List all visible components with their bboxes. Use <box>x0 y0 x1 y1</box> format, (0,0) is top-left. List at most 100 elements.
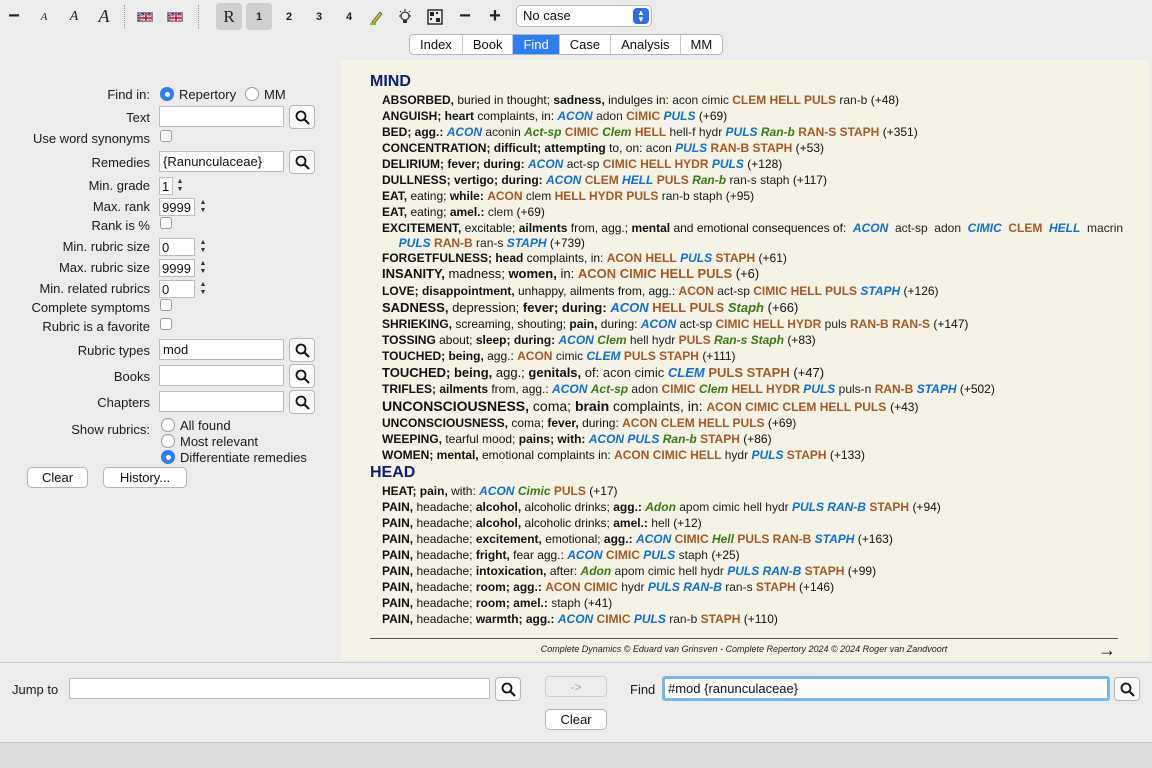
rank-percent-checkbox[interactable] <box>160 217 172 229</box>
rubric-line[interactable]: PAIN, headache; intoxication, after: Ado… <box>382 564 1127 579</box>
rubric-line[interactable]: DULLNESS; vertigo; during: ACON CLEM HEL… <box>382 173 1127 188</box>
text-input[interactable] <box>159 106 284 127</box>
rubric-line[interactable]: TRIFLES; ailments from, agg.: ACON Act-s… <box>382 382 1127 397</box>
chapter-heading-head[interactable]: HEAD <box>370 464 415 482</box>
rubric-line[interactable]: PAIN, headache; alcohol, alcoholic drink… <box>382 500 1127 515</box>
rubric-line[interactable]: ABSORBED, buried in thought; sadness, in… <box>382 93 1127 108</box>
search-icon <box>501 682 516 697</box>
min-rubric-size-input[interactable]: 0 <box>159 238 195 256</box>
rubric-line[interactable]: SHRIEKING, screaming, shouting; pain, du… <box>382 317 1127 332</box>
tab-index[interactable]: Index <box>410 35 463 54</box>
font-medium-icon[interactable]: A <box>62 3 86 30</box>
view-4-button[interactable]: 4 <box>336 3 362 30</box>
max-rubric-size-stepper[interactable]: ▲ ▼ <box>198 259 208 277</box>
tab-analysis[interactable]: Analysis <box>611 35 681 54</box>
rubric-line[interactable]: HEAT; pain, with: ACON Cimic PULS (+17) <box>382 484 1127 499</box>
remedies-input[interactable]: {Ranunculaceae} <box>159 151 284 172</box>
grid-icon[interactable] <box>424 3 446 30</box>
synonyms-checkbox[interactable] <box>160 130 172 142</box>
rubric-types-search-button[interactable] <box>289 338 315 362</box>
flag-uk-icon[interactable] <box>134 3 156 30</box>
find-options-panel: Find in: Repertory MM Text Use word syno… <box>0 60 340 660</box>
rubric-favorite-checkbox[interactable] <box>160 318 172 330</box>
rubric-line[interactable]: PAIN, headache; alcohol, alcoholic drink… <box>382 516 1127 531</box>
rubric-line[interactable]: INSANITY, madness; women, in: ACON CIMIC… <box>382 266 1127 282</box>
remedies-search-button[interactable] <box>289 150 315 174</box>
rubric-line[interactable]: WEEPING, tearful mood; pains; with: ACON… <box>382 432 1127 447</box>
chapter-heading-mind[interactable]: MIND <box>370 73 411 91</box>
max-rubric-size-input[interactable]: 9999 <box>159 259 195 277</box>
jump-arrow-button[interactable]: -> <box>545 676 607 697</box>
remedies-label: Remedies <box>91 155 150 170</box>
case-select[interactable]: No case ▲ ▼ <box>516 5 652 27</box>
find-input[interactable]: #mod {ranunculaceae} <box>662 676 1110 701</box>
lightbulb-icon[interactable] <box>394 3 416 30</box>
rubric-line[interactable]: PAIN, headache; warmth; agg.: ACON CIMIC… <box>382 612 1127 627</box>
rubric-line[interactable]: EAT, eating; while: ACON clem HELL HYDR … <box>382 189 1127 204</box>
rubric-line[interactable]: CONCENTRATION; difficult; attempting to,… <box>382 141 1127 156</box>
bottom-clear-button[interactable]: Clear <box>545 709 607 730</box>
rubric-line[interactable]: EXCITEMENT, excitable; ailments from, ag… <box>382 221 1127 251</box>
show-differentiate-radio[interactable] <box>161 450 175 464</box>
tab-book[interactable]: Book <box>463 35 514 54</box>
tab-case[interactable]: Case <box>560 35 612 54</box>
rubric-line[interactable]: WOMEN; mental, emotional complaints in: … <box>382 448 1127 463</box>
show-all-found-radio[interactable] <box>161 418 175 432</box>
rubric-line[interactable]: DELIRIUM; fever; during: ACON act-sp CIM… <box>382 157 1127 172</box>
zoom-out-icon[interactable]: − <box>454 3 476 30</box>
rubric-line[interactable]: EAT, eating; amel.: clem (+69) <box>382 205 1127 220</box>
show-most-relevant-radio[interactable] <box>161 434 175 448</box>
tab-find[interactable]: Find <box>513 35 560 54</box>
rubric-line[interactable]: TOUCHED; being, agg.; genitals, of: acon… <box>382 365 1127 381</box>
rubric-line[interactable]: BED; agg.: ACON aconin Act-sp CIMIC Clem… <box>382 125 1127 140</box>
rubric-line[interactable]: TOUCHED; being, agg.: ACON cimic CLEM PU… <box>382 349 1127 364</box>
tab-mm[interactable]: MM <box>681 35 723 54</box>
view-1-button[interactable]: 1 <box>246 3 272 30</box>
min-related-rubrics-stepper[interactable]: ▲ ▼ <box>198 280 208 298</box>
jump-search-button[interactable] <box>495 677 521 701</box>
find-in-mm-radio[interactable] <box>245 87 259 101</box>
min-grade-stepper[interactable]: ▲ ▼ <box>175 177 185 195</box>
complete-symptoms-checkbox[interactable] <box>160 299 172 311</box>
highlighter-icon[interactable] <box>366 3 388 30</box>
min-rubric-size-stepper[interactable]: ▲ ▼ <box>198 238 208 256</box>
view-3-button[interactable]: 3 <box>306 3 332 30</box>
rubric-line[interactable]: PAIN, headache; fright, fear agg.: ACON … <box>382 548 1127 563</box>
rubric-line[interactable]: SADNESS, depression; fever; during: ACON… <box>382 300 1127 316</box>
rubric-line[interactable]: ANGUISH; heart complaints, in: ACON adon… <box>382 109 1127 124</box>
rubric-line[interactable]: PAIN, headache; room; amel.: staph (+41) <box>382 596 1127 611</box>
find-search-button[interactable] <box>1114 677 1140 701</box>
rubric-line[interactable]: TOSSING about; sleep; during: ACON Clem … <box>382 333 1127 348</box>
rubric-line[interactable]: UNCONSCIOUSNESS, coma; brain complaints,… <box>382 398 1127 415</box>
find-in-repertory-radio[interactable] <box>160 87 174 101</box>
clear-button[interactable]: Clear <box>27 467 88 488</box>
chapters-input[interactable] <box>159 391 284 412</box>
rubric-line[interactable]: PAIN, headache; excitement, emotional; a… <box>382 532 1127 547</box>
find-in-mm-label: MM <box>264 87 286 102</box>
min-grade-input[interactable]: 1 <box>159 177 173 195</box>
next-page-arrow-icon[interactable]: → <box>1098 640 1116 661</box>
show-most-relevant-label: Most relevant <box>180 434 259 449</box>
rubric-types-input[interactable]: mod <box>159 339 284 360</box>
font-small-icon[interactable]: A <box>32 3 56 30</box>
text-search-button[interactable] <box>289 105 315 129</box>
rubric-line[interactable]: FORGETFULNESS; head complaints, in: ACON… <box>382 251 1127 266</box>
min-related-rubrics-input[interactable]: 0 <box>159 280 195 298</box>
jump-to-input[interactable] <box>69 678 490 699</box>
rubric-line[interactable]: UNCONSCIOUSNESS, coma; fever, during: AC… <box>382 416 1127 431</box>
max-rank-input[interactable]: 9999 <box>159 198 195 216</box>
search-icon <box>295 110 310 125</box>
rubric-line[interactable]: LOVE; disappointment, unhappy, ailments … <box>382 284 1127 299</box>
books-input[interactable] <box>159 365 284 386</box>
chapters-search-button[interactable] <box>289 390 315 414</box>
max-rank-stepper[interactable]: ▲ ▼ <box>198 198 208 216</box>
view-2-button[interactable]: 2 <box>276 3 302 30</box>
history-button[interactable]: History... <box>103 467 187 488</box>
books-search-button[interactable] <box>289 364 315 388</box>
zoom-in-icon[interactable]: + <box>484 3 506 30</box>
minus-icon[interactable]: − <box>2 3 26 30</box>
font-large-icon[interactable]: A <box>92 3 116 30</box>
flag-uk-icon[interactable] <box>164 3 186 30</box>
rubric-line[interactable]: PAIN, headache; room; agg.: ACON CIMIC h… <box>382 580 1127 595</box>
repertory-r-button[interactable]: R <box>216 3 242 30</box>
